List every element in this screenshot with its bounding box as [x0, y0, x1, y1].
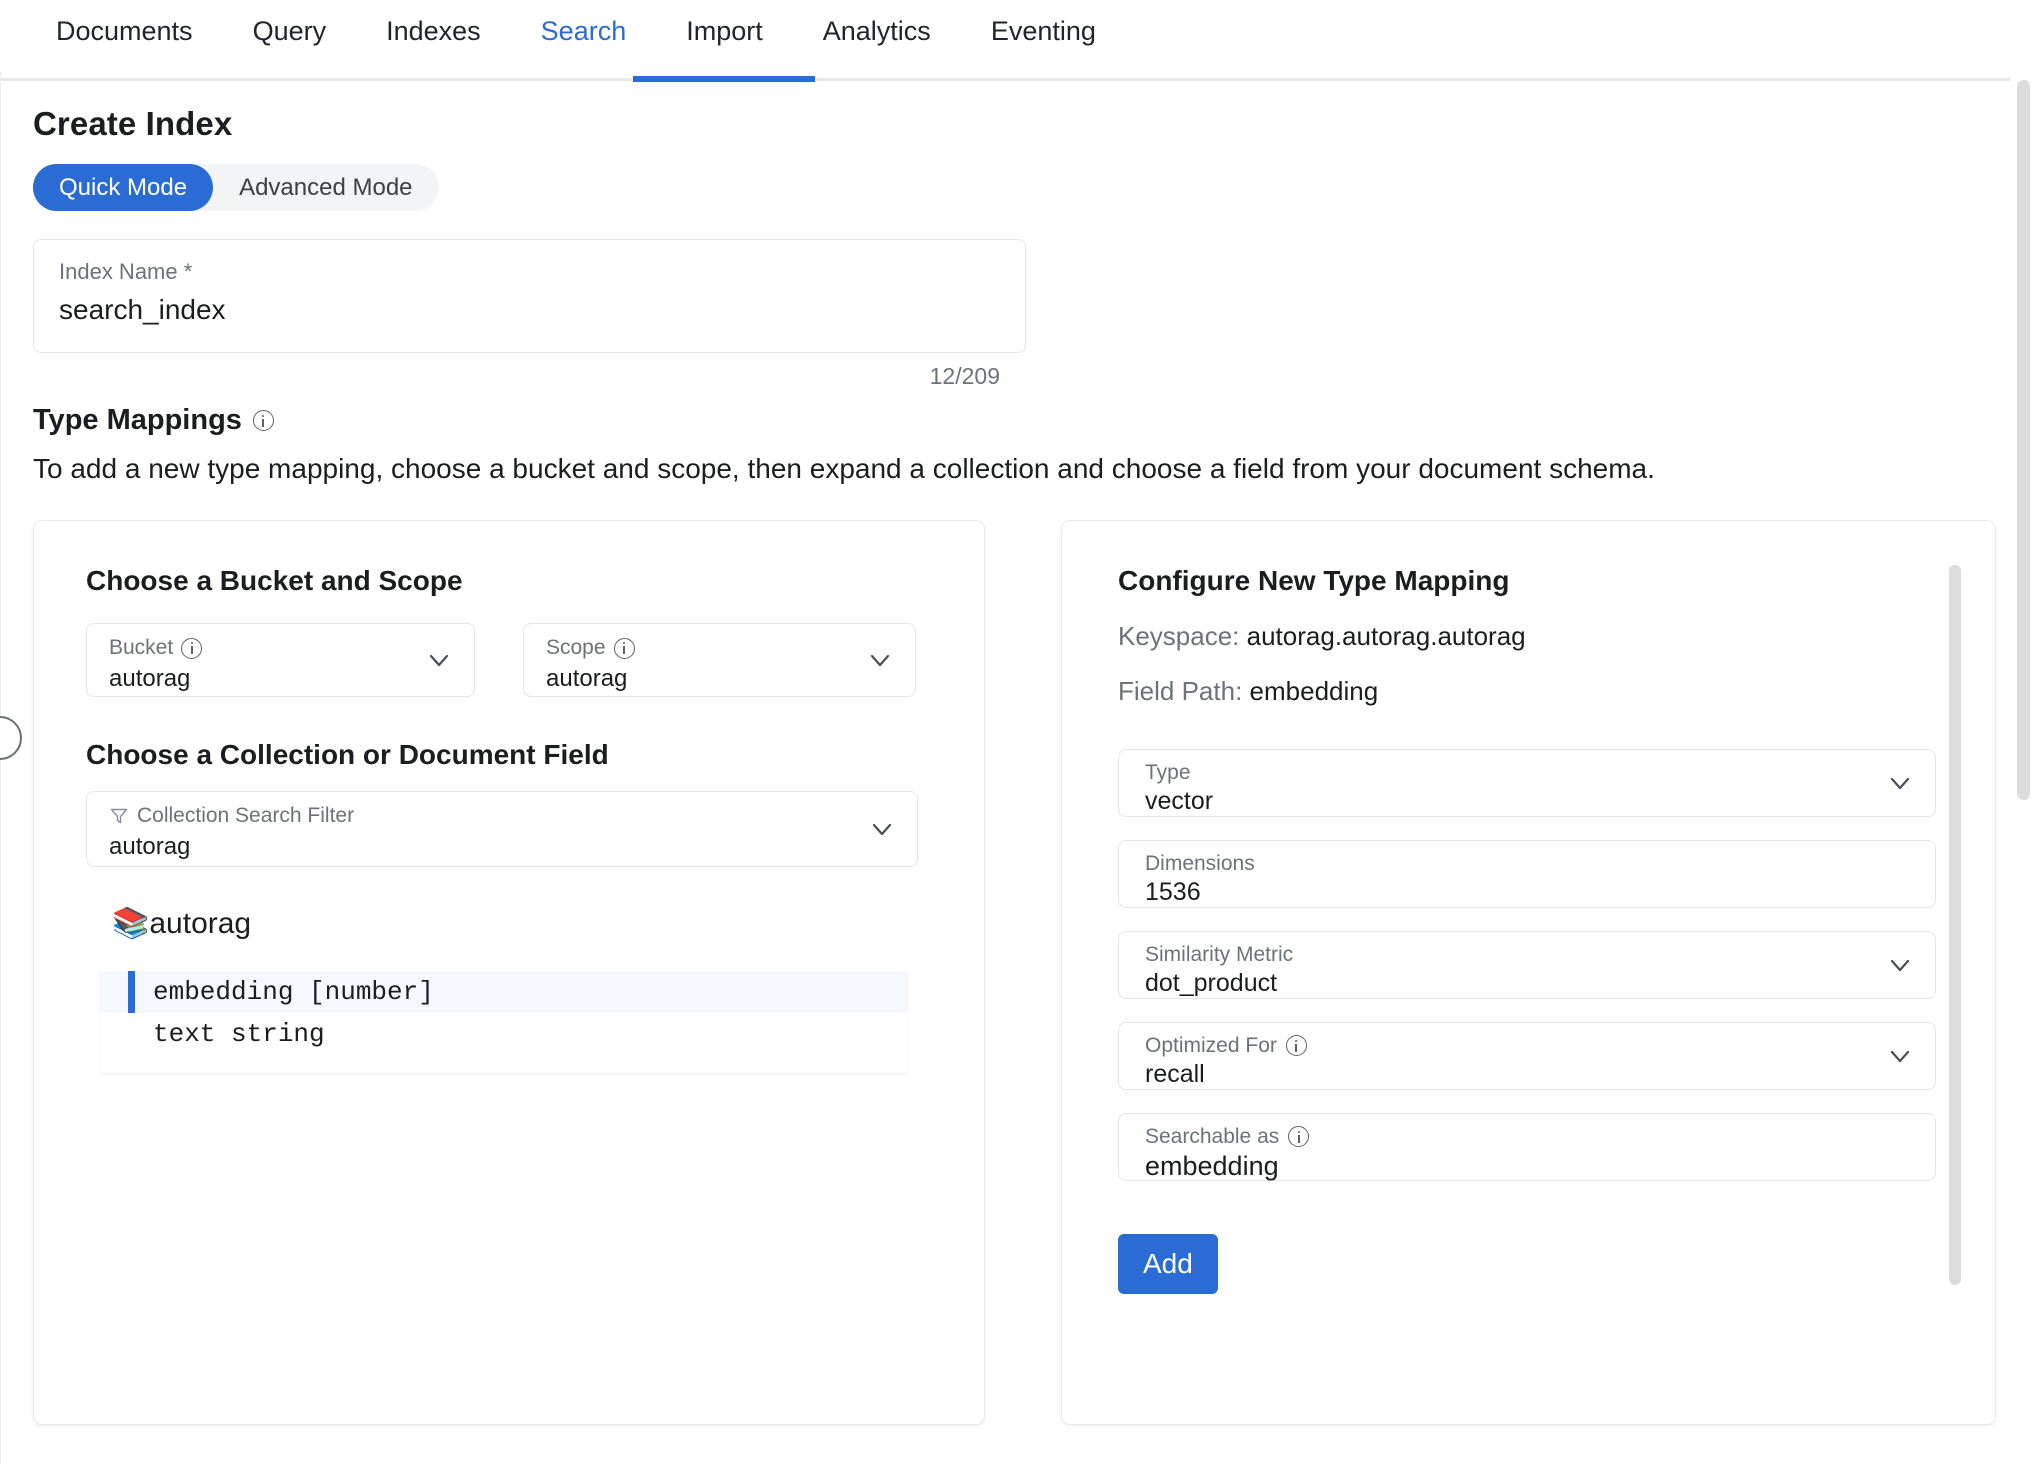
configure-type-mapping-panel: Configure New Type Mapping Keyspace: aut…	[1061, 520, 1996, 1425]
configure-panel-scrollbar[interactable]	[1949, 565, 1961, 1385]
type-label-text: Type	[1145, 761, 1191, 784]
type-value: vector	[1145, 787, 1214, 815]
index-name-char-counter: 12/209	[929, 363, 1000, 389]
index-name-label: Index Name *	[59, 259, 193, 284]
chevron-down-icon[interactable]	[1887, 1043, 1913, 1069]
collection-filter-wrap: Collection Search Filter autorag	[86, 791, 932, 867]
searchable-as-label-text: Searchable as	[1145, 1125, 1280, 1148]
type-select[interactable]: Type vector	[1118, 749, 1936, 817]
dimensions-label: Dimensions	[1145, 852, 1879, 875]
bucket-select-label: Bucket	[109, 636, 418, 660]
dimensions-field[interactable]: Dimensions 1536	[1118, 840, 1936, 908]
collection-search-filter[interactable]: Collection Search Filter autorag	[86, 791, 918, 867]
chevron-down-icon[interactable]	[869, 816, 895, 842]
scrollbar-thumb[interactable]	[2017, 80, 2030, 800]
optimized-for-value: recall	[1145, 1060, 1205, 1088]
info-icon[interactable]	[1288, 1126, 1310, 1147]
page-scrollbar[interactable]	[2017, 80, 2030, 1456]
keyspace-line: Keyspace: autorag.autorag.autorag	[1118, 621, 1995, 652]
configure-panel-title: Configure New Type Mapping	[1118, 565, 1510, 596]
nav-tab-query[interactable]: Query	[253, 16, 327, 73]
collection-title: Choose a Collection or Document Field	[86, 739, 609, 770]
nav-underline-track	[0, 78, 2010, 81]
type-mapping-form: Type vector Dimensions 1536 Similarity M…	[1118, 749, 1936, 1294]
document-field-list: embedding [number] text string	[100, 967, 907, 1073]
info-icon[interactable]	[613, 637, 635, 659]
bucket-label-text: Bucket	[109, 636, 174, 659]
bucket-scope-panel: Choose a Bucket and Scope Bucket autorag	[33, 520, 985, 1425]
create-index-page: Create Index Quick Mode Advanced Mode In…	[0, 105, 2036, 1425]
collection-item-autorag[interactable]: 📚 autorag	[112, 907, 932, 941]
info-icon[interactable]	[181, 637, 203, 659]
app-root: Documents Query Indexes Search Import An…	[0, 0, 2036, 1464]
nav-tab-eventing[interactable]: Eventing	[991, 16, 1096, 73]
similarity-metric-label: Similarity Metric	[1145, 943, 1879, 966]
scope-label-text: Scope	[546, 636, 606, 659]
collection-filter-label-text: Collection Search Filter	[137, 804, 355, 827]
bucket-select[interactable]: Bucket autorag	[86, 623, 475, 697]
scope-select-label: Scope	[546, 636, 859, 660]
field-path-value: embedding	[1249, 676, 1379, 706]
optimized-for-label: Optimized For	[1145, 1034, 1879, 1057]
searchable-as-input[interactable]: embedding	[1145, 1151, 1879, 1182]
info-icon[interactable]	[1285, 1035, 1307, 1056]
quick-mode-button[interactable]: Quick Mode	[33, 164, 214, 211]
nav-active-indicator	[633, 76, 815, 82]
similarity-metric-label-text: Similarity Metric	[1145, 943, 1294, 966]
optimized-for-label-text: Optimized For	[1145, 1034, 1277, 1057]
field-path-line: Field Path: embedding	[1118, 676, 1995, 707]
similarity-metric-select[interactable]: Similarity Metric dot_product	[1118, 931, 1936, 999]
add-button[interactable]: Add	[1118, 1234, 1218, 1294]
books-icon: 📚	[112, 907, 150, 940]
index-name-input[interactable]: search_index	[59, 294, 1000, 326]
searchable-as-label: Searchable as	[1145, 1125, 1879, 1148]
field-row-embedding[interactable]: embedding [number]	[100, 971, 907, 1013]
page-title: Create Index	[33, 105, 233, 142]
nav-tab-analytics[interactable]: Analytics	[823, 16, 931, 73]
nav-tab-indexes[interactable]: Indexes	[386, 16, 481, 73]
info-icon[interactable]	[252, 410, 274, 431]
bucket-select-value: autorag	[109, 665, 191, 692]
main-navigation: Documents Query Indexes Search Import An…	[0, 0, 2036, 82]
panels-row: Choose a Bucket and Scope Bucket autorag	[33, 520, 2036, 1425]
dimensions-input[interactable]: 1536	[1145, 878, 1879, 907]
nav-tab-documents[interactable]: Documents	[56, 16, 193, 73]
chevron-down-icon[interactable]	[1887, 952, 1913, 978]
searchable-as-field[interactable]: Searchable as embedding	[1118, 1113, 1936, 1181]
funnel-icon	[109, 806, 129, 826]
type-mappings-title: Type Mappings	[33, 404, 242, 436]
field-path-label: Field Path:	[1118, 676, 1243, 706]
chevron-down-icon[interactable]	[426, 647, 452, 673]
collection-section: Choose a Collection or Document Field Co…	[86, 739, 932, 1073]
chevron-down-icon[interactable]	[1887, 770, 1913, 796]
collection-filter-value[interactable]: autorag	[109, 833, 861, 861]
index-name-field[interactable]: Index Name * search_index	[33, 239, 1026, 353]
keyspace-value: autorag.autorag.autorag	[1246, 621, 1526, 651]
chevron-down-icon[interactable]	[867, 647, 893, 673]
keyspace-label: Keyspace:	[1118, 621, 1240, 651]
collection-item-label: autorag	[149, 907, 252, 940]
mode-toggle-group: Quick Mode Advanced Mode	[33, 164, 439, 211]
type-mappings-description: To add a new type mapping, choose a buck…	[33, 453, 1655, 484]
field-row-text[interactable]: text string	[100, 1013, 907, 1055]
scope-select[interactable]: Scope autorag	[523, 623, 916, 697]
scrollbar-thumb[interactable]	[1949, 565, 1961, 1285]
nav-tab-search[interactable]: Search	[541, 16, 627, 73]
dimensions-label-text: Dimensions	[1145, 852, 1255, 875]
collection-filter-label: Collection Search Filter	[109, 804, 861, 828]
scope-select-value: autorag	[546, 665, 628, 692]
optimized-for-select[interactable]: Optimized For recall	[1118, 1022, 1936, 1090]
bucket-scope-selects: Bucket autorag Scope autorag	[86, 623, 932, 697]
similarity-metric-value: dot_product	[1145, 969, 1278, 997]
type-mappings-heading: Type Mappings	[33, 404, 2036, 437]
bucket-scope-title: Choose a Bucket and Scope	[86, 565, 463, 596]
advanced-mode-button[interactable]: Advanced Mode	[213, 164, 438, 211]
type-label: Type	[1145, 761, 1879, 784]
nav-tab-import[interactable]: Import	[686, 16, 763, 73]
